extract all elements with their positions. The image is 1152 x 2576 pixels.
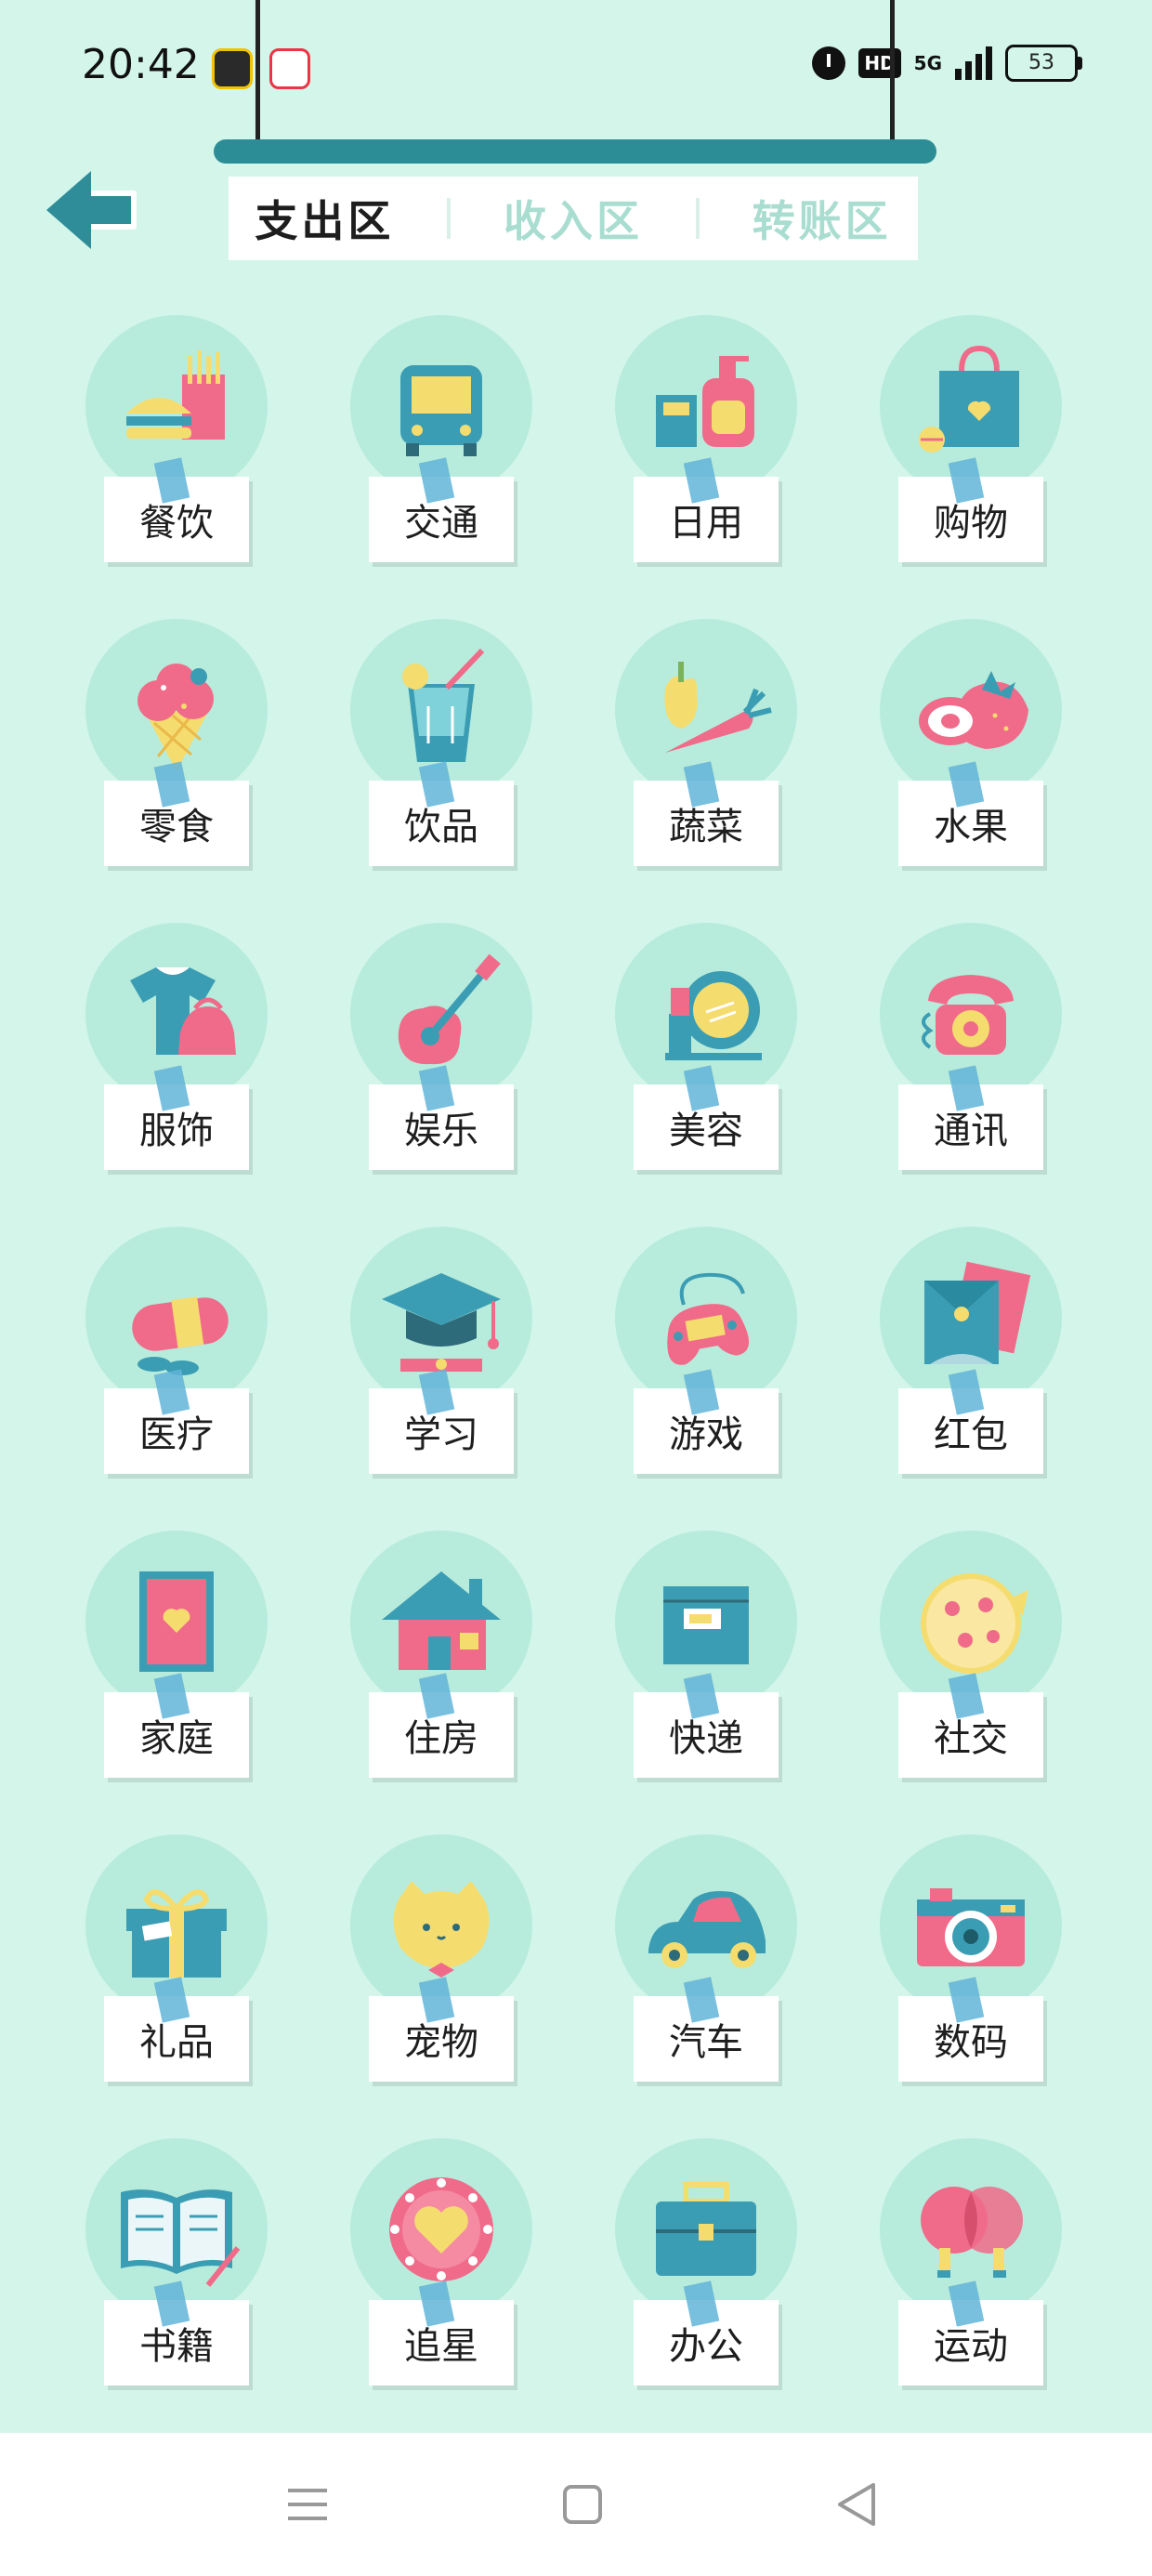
category-grid: 餐饮 交通 日用 购物 零食 饮品 蔬菜 水果 服饰 娱乐 美容 通讯 医疗 学习 游戏 红包 家庭 住房 快递 社交…: [56, 311, 1096, 2438]
category-item[interactable]: 美容: [585, 919, 850, 1223]
category-item[interactable]: 交通: [321, 311, 585, 615]
category-item[interactable]: 书籍: [56, 2135, 321, 2438]
category-item[interactable]: 服饰: [56, 919, 321, 1223]
tab-expense[interactable]: 支出区: [255, 188, 394, 249]
hanging-string-right: [890, 0, 895, 151]
alarm-icon: [812, 46, 846, 80]
category-item[interactable]: 社交: [850, 1527, 1115, 1831]
category-item[interactable]: 医疗: [56, 1223, 321, 1527]
category-item[interactable]: 通讯: [850, 919, 1115, 1223]
category-item[interactable]: 水果: [850, 615, 1115, 919]
category-item[interactable]: 红包: [850, 1223, 1115, 1527]
status-bar: 20:42 HD 5G 53: [0, 0, 1152, 139]
back-triangle-icon[interactable]: [825, 2472, 890, 2537]
tab-divider: [695, 198, 700, 239]
signal-icon: [955, 46, 992, 80]
category-item[interactable]: 游戏: [585, 1223, 850, 1527]
notification-app-icon: [212, 48, 253, 89]
notification-cloud-icon: [269, 48, 310, 89]
category-item[interactable]: 娱乐: [321, 919, 585, 1223]
category-item[interactable]: 购物: [850, 311, 1115, 615]
category-item[interactable]: 追星: [321, 2135, 585, 2438]
category-item[interactable]: 学习: [321, 1223, 585, 1527]
category-item[interactable]: 数码: [850, 1831, 1115, 2135]
network-type: 5G: [913, 52, 942, 74]
category-item[interactable]: 饮品: [321, 615, 585, 919]
tab-transfer[interactable]: 转账区: [753, 188, 892, 249]
tab-income[interactable]: 收入区: [504, 188, 643, 249]
category-item[interactable]: 办公: [585, 2135, 850, 2438]
category-item[interactable]: 餐饮: [56, 311, 321, 615]
category-item[interactable]: 日用: [585, 311, 850, 615]
tab-rail: [214, 139, 936, 164]
category-item[interactable]: 宠物: [321, 1831, 585, 2135]
menu-icon[interactable]: [275, 2472, 340, 2537]
category-item[interactable]: 运动: [850, 2135, 1115, 2438]
status-time: 20:42: [82, 41, 200, 88]
category-item[interactable]: 礼品: [56, 1831, 321, 2135]
category-item[interactable]: 蔬菜: [585, 615, 850, 919]
status-indicators: HD 5G 53: [812, 45, 1082, 82]
category-item[interactable]: 家庭: [56, 1527, 321, 1831]
system-nav-bar: [0, 2433, 1152, 2576]
category-item[interactable]: 住房: [321, 1527, 585, 1831]
tab-divider: [447, 198, 452, 239]
battery-icon: 53: [1005, 45, 1082, 82]
tab-bar: 支出区 收入区 转账区: [229, 177, 918, 260]
category-item[interactable]: 快递: [585, 1527, 850, 1831]
home-icon[interactable]: [550, 2472, 615, 2537]
back-arrow-icon[interactable]: [43, 165, 145, 255]
category-item[interactable]: 汽车: [585, 1831, 850, 2135]
category-item[interactable]: 零食: [56, 615, 321, 919]
hanging-string-left: [255, 0, 260, 151]
